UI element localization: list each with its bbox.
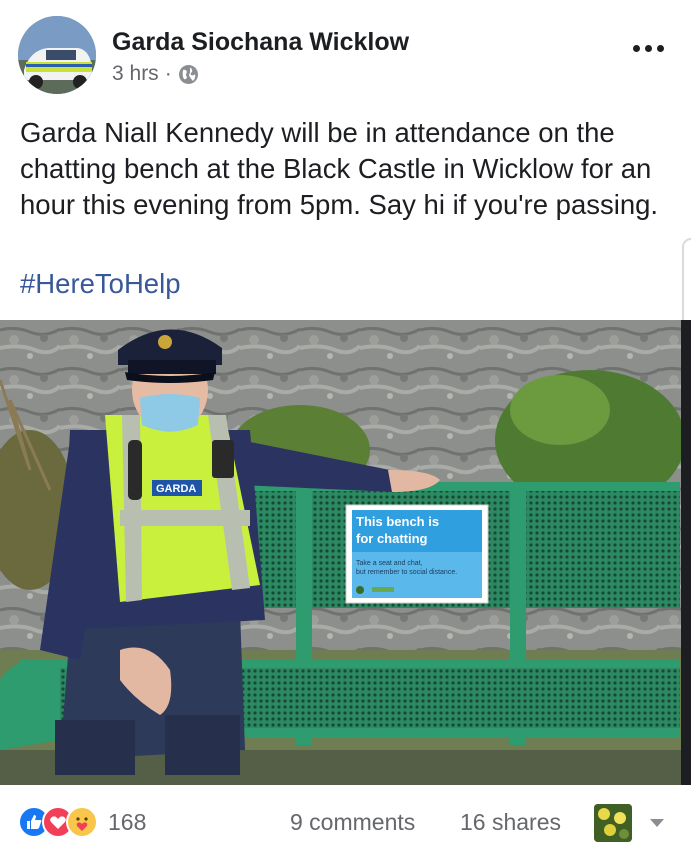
sign-title-line1: This bench is — [356, 514, 439, 529]
reaction-as-avatar[interactable] — [594, 804, 632, 842]
hashtag-link[interactable]: #HereToHelp — [20, 268, 181, 300]
post-meta: 3 hrs · — [112, 62, 199, 86]
post-time[interactable]: 3 hrs — [112, 62, 159, 86]
post-photo[interactable]: This bench is for chatting Take a seat a… — [0, 320, 681, 785]
reactions-summary[interactable]: 168 — [18, 805, 146, 839]
post-footer: 168 9 comments 16 shares — [0, 796, 691, 846]
dot — [632, 44, 640, 52]
reaction-count: 168 — [108, 808, 147, 835]
care-icon — [66, 806, 98, 838]
more-options-icon[interactable] — [631, 38, 665, 58]
globe-icon — [178, 64, 199, 85]
photo-edge — [681, 320, 691, 785]
sign-small-line1: Take a seat and chat, — [356, 560, 423, 567]
post-header: Garda Siochana Wicklow 3 hrs · — [0, 0, 691, 100]
garda-badge-text: GARDA — [156, 483, 196, 495]
comments-link[interactable]: 9 comments — [290, 809, 415, 836]
meta-separator: · — [164, 62, 172, 85]
sign-title-line2: for chatting — [356, 531, 428, 546]
chevron-down-icon[interactable] — [648, 816, 666, 828]
dot — [644, 44, 652, 52]
page-name-link[interactable]: Garda Siochana Wicklow — [112, 28, 409, 57]
post-text: Garda Niall Kennedy will be in attendanc… — [20, 117, 659, 220]
sign-small-line2: but remember to social distance. — [356, 569, 457, 576]
shares-link[interactable]: 16 shares — [460, 809, 561, 836]
page-avatar[interactable] — [18, 16, 96, 94]
dot — [656, 44, 664, 52]
